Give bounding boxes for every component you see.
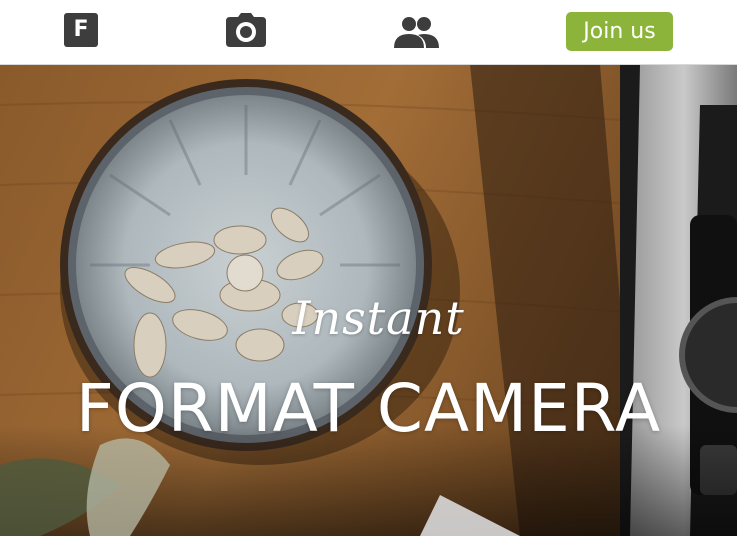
hero-subtitle: Instant: [292, 291, 465, 345]
logo-icon[interactable]: F: [64, 13, 98, 47]
camera-icon[interactable]: [226, 13, 266, 47]
hero-title: FORMAT CAMERA: [75, 370, 662, 447]
people-icon[interactable]: [392, 16, 440, 48]
hero-banner: Instant FORMAT CAMERA: [0, 65, 737, 536]
join-us-button[interactable]: Join us: [566, 12, 673, 51]
top-navigation-bar: F Join us: [0, 0, 737, 65]
